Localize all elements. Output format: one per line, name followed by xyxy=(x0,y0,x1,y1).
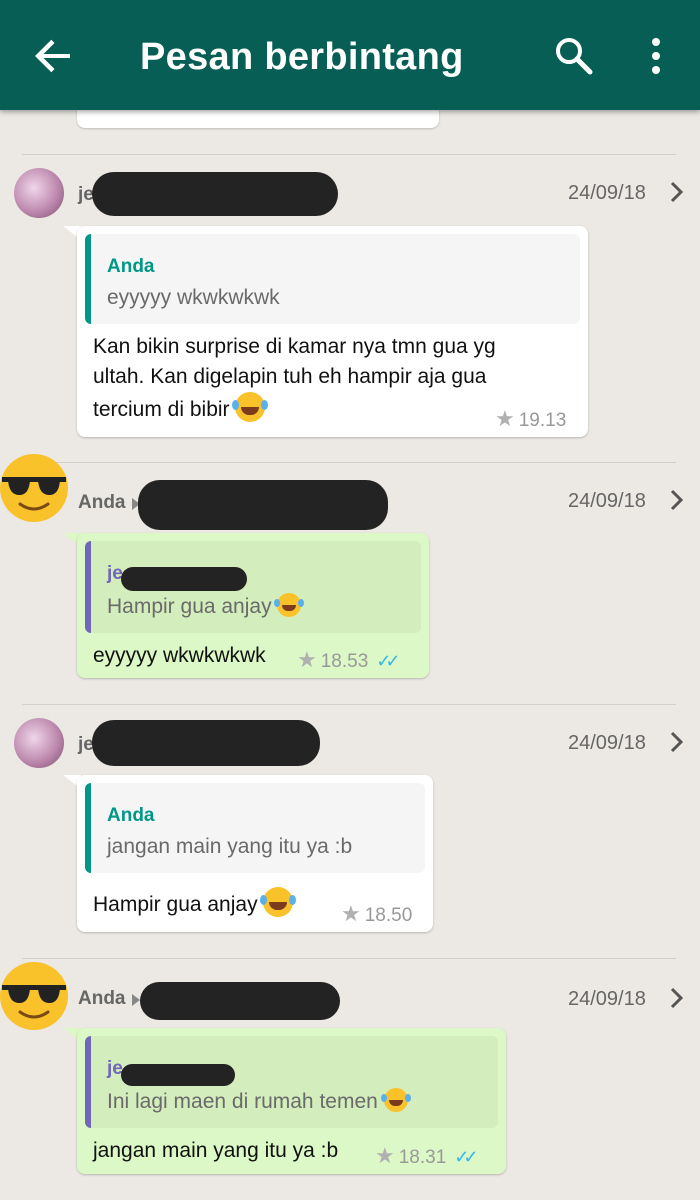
message-meta: ★ 19.13 xyxy=(495,406,566,432)
tears-of-joy-emoji-icon xyxy=(232,392,266,422)
divider xyxy=(22,958,676,959)
sunglasses-emoji-icon xyxy=(2,477,66,511)
quote-text: Ini lagi maen di rumah temen xyxy=(107,1088,408,1114)
avatar[interactable] xyxy=(0,962,68,1030)
message-text: eyyyyy wkwkwkwk xyxy=(93,644,266,667)
message-bubble[interactable]: je Hampir gua anjay eyyyyy wkwkwkwk ★ 18.… xyxy=(77,533,429,678)
redacted-name xyxy=(121,567,247,591)
message-time: 19.13 xyxy=(518,410,567,431)
quoted-message[interactable]: je Hampir gua anjay xyxy=(85,541,421,633)
quote-sender: Anda xyxy=(107,805,155,826)
forward-arrow-icon xyxy=(132,994,140,1006)
quote-bar xyxy=(85,1036,91,1128)
message-date: 24/09/18 xyxy=(568,732,646,754)
star-icon: ★ xyxy=(375,1143,395,1168)
message-time: 18.53 xyxy=(320,651,369,672)
message-header[interactable]: Anda 24/09/18 xyxy=(0,454,700,536)
redacted-name xyxy=(121,1064,235,1086)
quoted-message[interactable]: Anda eyyyyy wkwkwkwk xyxy=(85,234,580,324)
quote-text: jangan main yang itu ya :b xyxy=(107,835,353,858)
message-text: Kan bikin surprise di kamar nya tmn gua … xyxy=(93,332,496,425)
tears-of-joy-emoji-icon xyxy=(274,593,302,617)
redacted-name xyxy=(92,172,338,216)
message-header[interactable]: je 24/09/18 xyxy=(0,160,700,230)
message-text: Hampir gua anjay xyxy=(93,887,294,920)
more-vert-icon[interactable] xyxy=(640,34,672,78)
page-title: Pesan berbintang xyxy=(140,36,464,78)
sender-name: Anda xyxy=(78,492,126,513)
message-meta: ★ 18.31 ✓✓ xyxy=(375,1143,479,1169)
double-check-icon: ✓✓ xyxy=(454,1147,478,1167)
star-icon: ★ xyxy=(495,406,515,431)
avatar[interactable] xyxy=(14,718,64,768)
chevron-right-icon[interactable] xyxy=(668,730,686,754)
avatar[interactable] xyxy=(0,454,68,522)
avatar[interactable] xyxy=(14,168,64,218)
chevron-right-icon[interactable] xyxy=(668,180,686,204)
divider xyxy=(22,154,676,155)
quote-bar xyxy=(85,234,91,324)
message-time: 18.31 xyxy=(398,1147,447,1168)
divider xyxy=(22,704,676,705)
chevron-right-icon[interactable] xyxy=(668,488,686,512)
message-text: jangan main yang itu ya :b xyxy=(93,1139,339,1162)
app-bar: Pesan berbintang xyxy=(0,0,700,110)
message-header[interactable]: Anda 24/09/18 xyxy=(0,962,700,1032)
message-bubble[interactable]: Anda eyyyyy wkwkwkwk Kan bikin surprise … xyxy=(77,226,588,437)
quoted-message[interactable]: je Ini lagi maen di rumah temen xyxy=(85,1036,498,1128)
search-icon[interactable] xyxy=(552,34,596,78)
message-bubble[interactable]: Anda jangan main yang itu ya :b Hampir g… xyxy=(77,775,433,932)
message-header[interactable]: je 24/09/18 xyxy=(0,710,700,780)
quoted-message[interactable]: Anda jangan main yang itu ya :b xyxy=(85,783,425,873)
sunglasses-emoji-icon xyxy=(2,985,66,1019)
quote-text: eyyyyy wkwkwkwk xyxy=(107,286,280,309)
quote-text: Hampir gua anjay xyxy=(107,593,302,619)
star-icon: ★ xyxy=(341,901,361,926)
message-line: ultah. Kan digelapin tuh eh hampir aja g… xyxy=(93,365,487,388)
arrow-back-icon[interactable] xyxy=(32,34,76,78)
message-date: 24/09/18 xyxy=(568,182,646,204)
chevron-right-icon[interactable] xyxy=(668,986,686,1010)
star-icon: ★ xyxy=(297,647,317,672)
redacted-name xyxy=(140,982,340,1020)
message-meta: ★ 18.53 ✓✓ xyxy=(297,647,401,673)
quote-sender: Anda xyxy=(107,256,155,277)
tears-of-joy-emoji-icon xyxy=(260,887,294,917)
divider xyxy=(22,462,676,463)
message-date: 24/09/18 xyxy=(568,988,646,1010)
quote-bar xyxy=(85,783,91,873)
tears-of-joy-emoji-icon xyxy=(380,1088,408,1112)
double-check-icon: ✓✓ xyxy=(376,651,400,671)
message-time: 18.50 xyxy=(364,905,413,926)
message-date: 24/09/18 xyxy=(568,490,646,512)
message-meta: ★ 18.50 xyxy=(341,901,412,927)
quote-bar xyxy=(85,541,91,633)
message-bubble[interactable]: je Ini lagi maen di rumah temen jangan m… xyxy=(77,1028,506,1174)
message-line: tercium di bibir xyxy=(93,392,496,425)
message-line: Kan bikin surprise di kamar nya tmn gua … xyxy=(93,335,496,358)
sender-name: Anda xyxy=(78,988,126,1009)
redacted-name xyxy=(138,480,388,530)
redacted-name xyxy=(92,720,320,766)
